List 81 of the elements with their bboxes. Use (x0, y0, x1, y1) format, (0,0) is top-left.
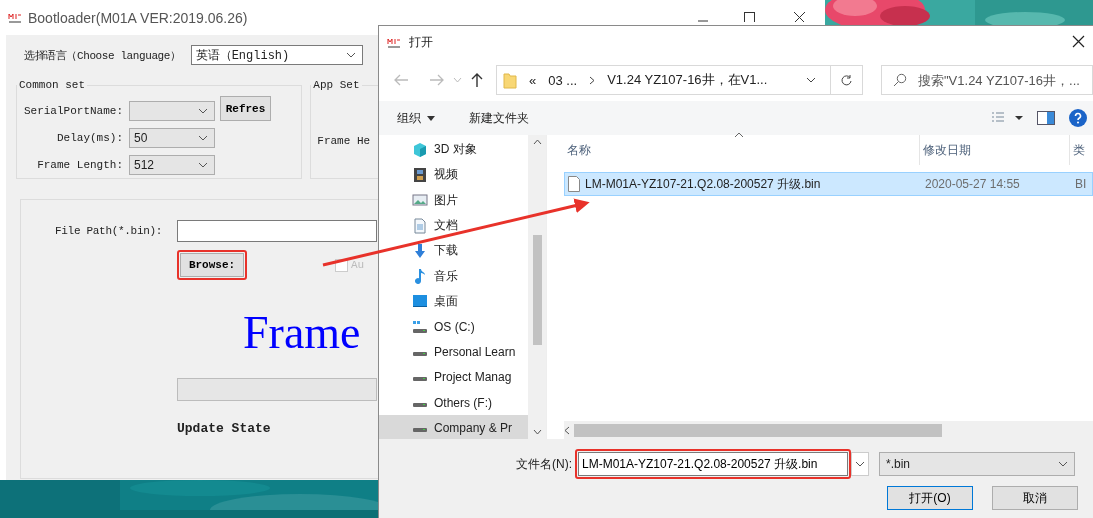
nav-item[interactable]: 视频 (379, 162, 528, 188)
delay-dropdown[interactable]: 50 (129, 127, 215, 148)
open-button[interactable]: 打开(O) (887, 486, 973, 510)
cancel-button[interactable]: 取消 (992, 486, 1078, 510)
film-icon (412, 166, 428, 183)
folder-icon (503, 71, 517, 89)
search-field[interactable]: 搜索"V1.24 YZ107-16井，... (881, 65, 1093, 95)
new-folder-button[interactable]: 新建文件夹 (469, 109, 529, 127)
chevron-icon (589, 75, 596, 85)
cube-icon (412, 141, 428, 158)
chevron-icon (1058, 461, 1068, 467)
preview-pane-icon[interactable] (1037, 111, 1055, 125)
column-header[interactable]: 名称 (564, 135, 920, 165)
nav-item[interactable]: 图片 (379, 187, 528, 213)
group-title: Common set (18, 79, 86, 91)
breadcrumb[interactable]: « (529, 72, 537, 88)
file-name-field[interactable]: LM-M01A-YZ107-21.Q2.08-200527 升级.bin (578, 452, 848, 476)
monitor-icon (412, 293, 428, 310)
address-bar[interactable]: « 03 ... V1.24 YZ107-16井，在V1... (496, 65, 863, 95)
drive-icon (413, 402, 427, 408)
dialog-title: 打开 (409, 34, 433, 51)
sort-caret-icon (734, 132, 744, 138)
status-label: Update State (177, 421, 271, 436)
group-title: App Set (312, 79, 361, 91)
drive-icon (413, 427, 427, 433)
chevron-icon (198, 161, 208, 168)
nav-item[interactable]: Project Manag (379, 364, 528, 390)
caret-icon (427, 115, 435, 121)
field-label: File Path(*.bin): (55, 225, 163, 237)
help-icon[interactable] (1069, 109, 1087, 127)
file-row[interactable]: LM-M01A-YZ107-21.Q2.08-200527 升级.bin 2020-05-27 14:55 BI (564, 172, 1093, 196)
scrollbar-thumb[interactable] (532, 235, 542, 345)
nav-item[interactable]: 桌面 (379, 288, 528, 315)
maximize-icon[interactable] (744, 12, 755, 22)
file-path-field[interactable] (177, 220, 377, 242)
nav-item[interactable]: 文档 (379, 212, 528, 239)
down-arrow-icon (412, 242, 428, 259)
language-dropdown[interactable]: 英语（English) (190, 45, 363, 65)
chevron-icon (345, 52, 356, 58)
view-options-icon[interactable] (991, 112, 1023, 124)
browse-button[interactable]: Browse: (180, 253, 244, 277)
nav-item[interactable]: Company & Pr (379, 415, 528, 439)
column-header[interactable]: 修改日期 (920, 135, 1070, 165)
field-label: Frame He (317, 135, 372, 147)
search-icon (893, 73, 907, 87)
drive-icon (413, 377, 427, 383)
document-icon (412, 217, 428, 234)
music-note-icon (412, 268, 428, 285)
file-type: BI (1074, 177, 1087, 191)
file-date: 2020-05-27 14:55 (924, 177, 1021, 191)
frame-heading: Frame (243, 307, 361, 358)
file-name: LM-M01A-YZ107-21.Q2.08-200527 升级.bin (585, 175, 821, 193)
chevron-icon (198, 107, 208, 114)
logo-icon (387, 36, 401, 49)
nav-item[interactable]: OS (C:) (379, 314, 528, 340)
breadcrumb[interactable]: 03 ... (548, 72, 578, 88)
nav-item[interactable]: 3D 对象 (379, 137, 528, 163)
organize-menu[interactable]: 组织 (397, 109, 435, 127)
nav-item[interactable]: Personal Learn (379, 339, 528, 365)
column-header[interactable]: 类 (1070, 135, 1093, 165)
close-icon[interactable] (793, 12, 805, 22)
breadcrumb[interactable]: V1.24 YZ107-16井，在V1... (607, 71, 768, 89)
drive-icon (412, 318, 428, 335)
language-label: 选择语言（Choose language） (24, 48, 181, 63)
nav-item[interactable]: 下载 (379, 238, 528, 264)
frame-length-dropdown[interactable]: 512 (129, 154, 215, 175)
refresh-button[interactable]: Refres (220, 96, 271, 121)
file-name-label: 文件名(N): (515, 455, 573, 473)
scrollbar-thumb[interactable] (574, 423, 942, 437)
chevron-icon (198, 134, 208, 141)
window-title: Bootloader(M01A VER:2019.06.26) (28, 9, 248, 26)
drive-icon (413, 352, 427, 357)
field-label: Frame Length: (36, 158, 124, 171)
file-icon (568, 176, 580, 192)
field-label: SerialPortName: (22, 104, 124, 117)
image-icon (412, 192, 428, 209)
logo-icon (8, 11, 22, 24)
nav-item[interactable]: Others (F:) (379, 389, 528, 416)
nav-item[interactable]: 音乐 (379, 263, 528, 289)
file-type-dropdown[interactable]: *.bin (879, 452, 1075, 476)
field-label: Delay(ms): (56, 131, 124, 144)
